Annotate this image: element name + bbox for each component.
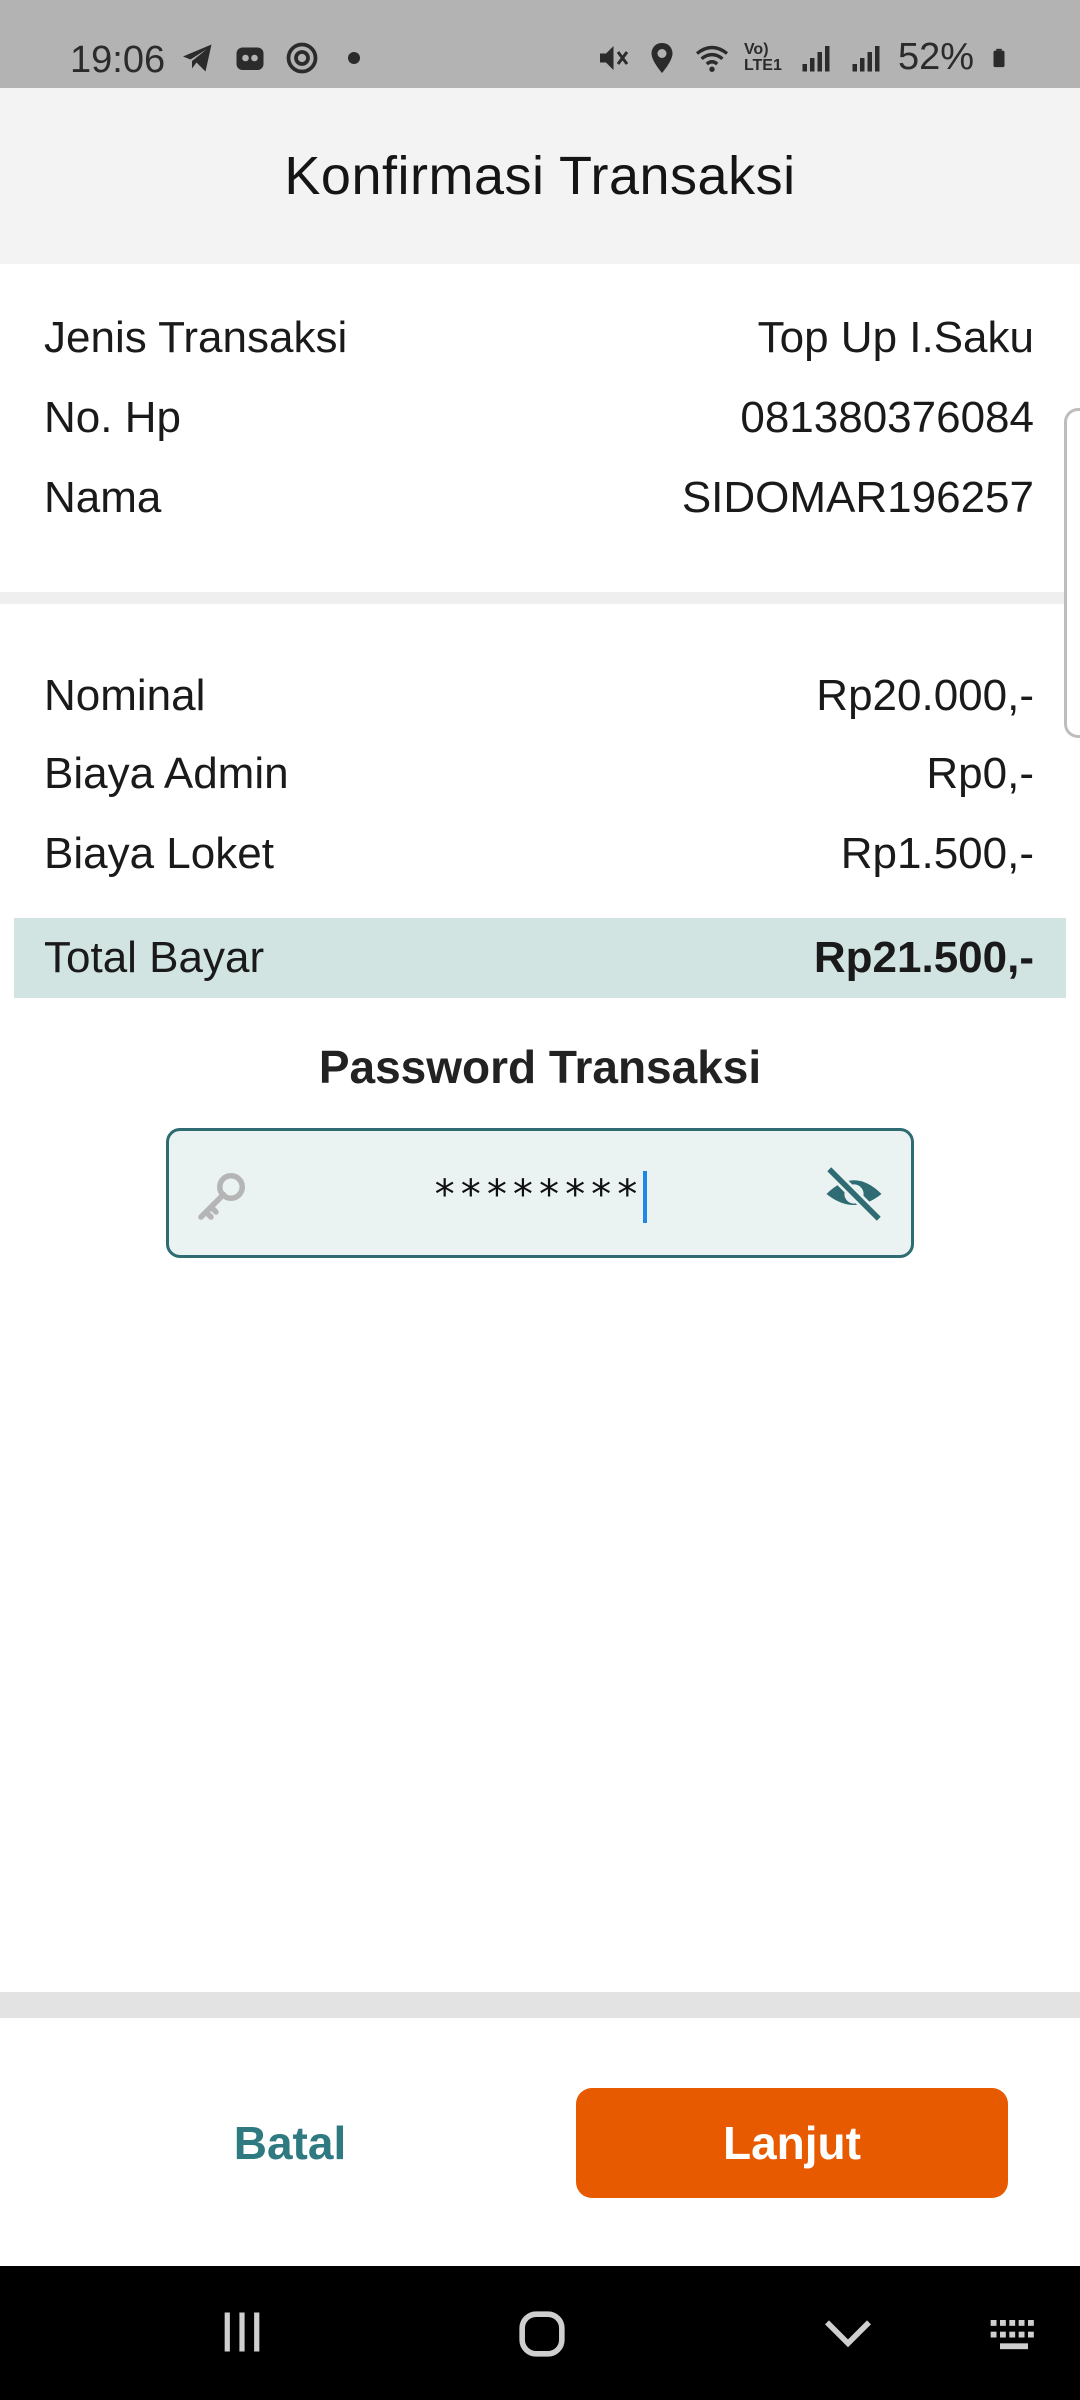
- password-input[interactable]: ********: [166, 1128, 914, 1258]
- name-label: Nama: [44, 473, 162, 522]
- battery-icon: [993, 48, 1005, 67]
- telegram-icon: [183, 44, 212, 72]
- dot-icon: [348, 52, 360, 64]
- status-right: Vo) LTE1 52%: [594, 36, 1010, 79]
- battery-percent: 52%: [897, 36, 974, 78]
- page-header: Konfirmasi Transaksi: [0, 88, 1080, 264]
- password-title: Password Transaksi: [318, 1041, 762, 1093]
- location-icon: [651, 42, 673, 73]
- phone-value: 081380376084: [740, 393, 1034, 442]
- eye-off-icon[interactable]: [821, 1161, 887, 1227]
- cost-row-counter: Biaya Loket Rp1.500,-: [44, 824, 1034, 884]
- settings-badge-icon: [286, 42, 318, 74]
- keyboard-icon[interactable]: [984, 2306, 1044, 2362]
- admin-fee-value: Rp0,-: [926, 749, 1034, 798]
- system-nav-bar: [0, 2266, 1080, 2400]
- cost-row-admin: Biaya Admin Rp0,-: [44, 744, 1034, 804]
- recent-apps-icon[interactable]: [216, 2306, 268, 2358]
- password-masked-text: ********: [432, 1172, 642, 1218]
- admin-fee-label: Biaya Admin: [44, 749, 289, 798]
- transaction-info-section: Jenis Transaksi Top Up I.Saku No. Hp 081…: [0, 264, 1080, 592]
- counter-fee-label: Biaya Loket: [44, 829, 274, 878]
- info-row-type: Jenis Transaksi Top Up I.Saku: [44, 308, 1034, 368]
- mute-icon: [599, 45, 629, 70]
- status-bar: 19:06 Vo) LTE1 52%: [0, 0, 1080, 88]
- transaction-type-value: Top Up I.Saku: [757, 313, 1034, 362]
- signal-icon: [802, 45, 830, 71]
- transaction-type-label: Jenis Transaksi: [44, 313, 348, 362]
- wifi-icon: [695, 45, 728, 72]
- network-label: Vo) LTE1: [743, 40, 782, 74]
- home-icon[interactable]: [514, 2306, 570, 2362]
- nominal-label: Nominal: [44, 671, 206, 720]
- nominal-value: Rp20.000,-: [816, 671, 1034, 720]
- total-label: Total Bayar: [44, 933, 265, 982]
- password-value: ********: [169, 1171, 911, 1223]
- total-value: Rp21.500,-: [813, 933, 1034, 982]
- text-caret: [643, 1171, 648, 1223]
- next-button[interactable]: Lanjut: [576, 2088, 1008, 2198]
- chevron-down-icon[interactable]: [820, 2306, 876, 2362]
- page-title: Konfirmasi Transaksi: [284, 146, 796, 206]
- action-bar: Batal Lanjut: [0, 2018, 1080, 2266]
- section-divider: [0, 592, 1080, 604]
- cancel-button[interactable]: Batal: [140, 2088, 440, 2198]
- edge-panel-handle[interactable]: [1064, 408, 1080, 738]
- cost-row-nominal: Nominal Rp20.000,-: [44, 666, 1034, 726]
- name-value: SIDOMAR196257: [681, 473, 1034, 522]
- cost-section: Nominal Rp20.000,- Biaya Admin Rp0,- Bia…: [0, 604, 1080, 914]
- bottom-divider: [0, 1992, 1080, 2018]
- status-time: 19:06: [70, 39, 166, 81]
- info-row-phone: No. Hp 081380376084: [44, 388, 1034, 448]
- app-icon: [236, 47, 264, 70]
- total-bar: Total Bayar Rp21.500,-: [14, 918, 1066, 998]
- phone-label: No. Hp: [44, 393, 181, 442]
- counter-fee-value: Rp1.500,-: [840, 829, 1034, 878]
- status-left-icons: [180, 40, 372, 76]
- signal-icon-2: [852, 45, 880, 71]
- info-row-name: Nama SIDOMAR196257: [44, 468, 1034, 528]
